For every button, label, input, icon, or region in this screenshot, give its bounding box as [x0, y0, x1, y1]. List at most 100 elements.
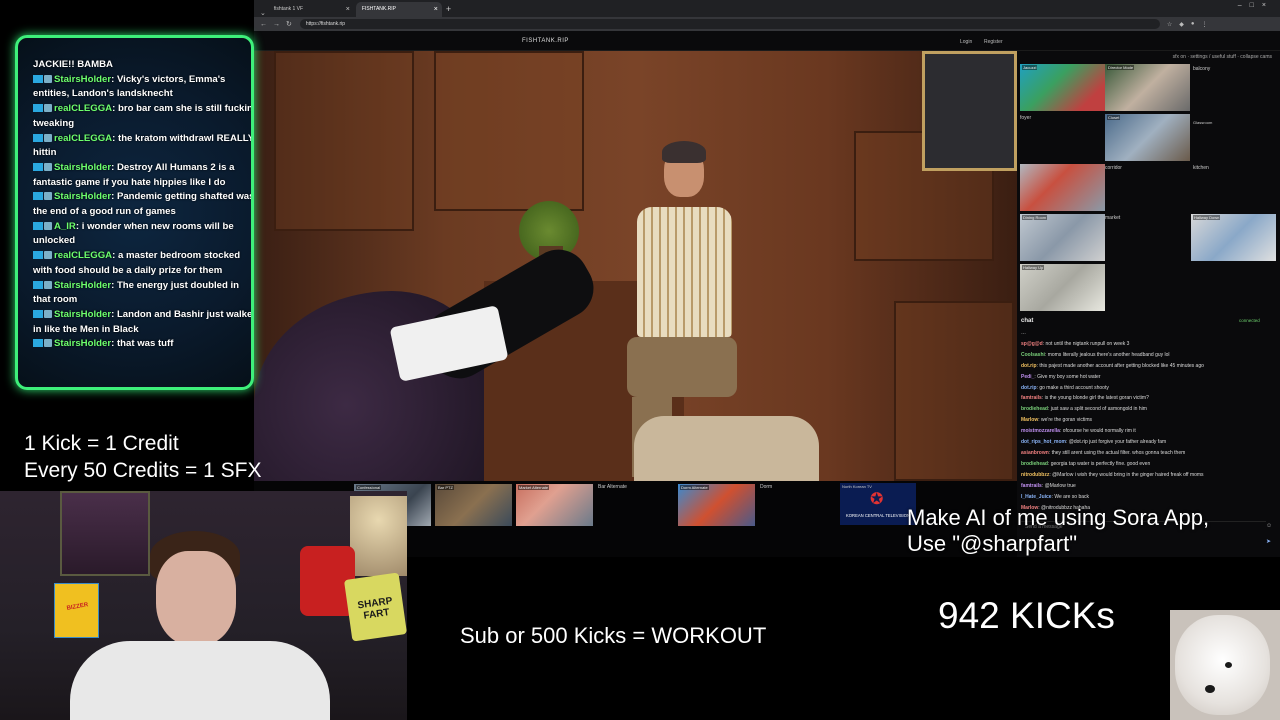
chat-username[interactable]: Pedi_ [1021, 374, 1034, 380]
chat-username[interactable]: brodiehead [1021, 461, 1048, 467]
cam-hallway-down[interactable]: Hallway Down [1191, 214, 1276, 261]
chat-username[interactable]: dot.rip [1021, 385, 1037, 391]
chat-username[interactable]: asianbrown [1021, 450, 1049, 456]
reload-icon[interactable]: ↻ [286, 20, 292, 28]
subscriber-badge-icon [44, 74, 52, 83]
chat-username[interactable]: Marlow [1021, 417, 1038, 423]
close-tab-icon[interactable]: × [434, 2, 438, 17]
dog [1175, 615, 1270, 715]
overlay-chat-message: StairsHolder: Landon and Bashir just wal… [33, 308, 251, 337]
sora-promo-line-1: Make AI of me using Sora App, [907, 505, 1210, 530]
browser-window: ⌄ fishtank 1 VF × FISHTANK.RIP × + –□× ←… [254, 0, 1280, 557]
emoji-icon[interactable]: ☺ [1266, 523, 1272, 529]
credit-rule-line-1: 1 Kick = 1 Credit [24, 432, 179, 455]
chat-message: … [1021, 328, 1276, 339]
address-bar[interactable]: https://fishtank.rip [299, 19, 1160, 29]
thumb-market-alternate[interactable]: Market Alternate [516, 484, 593, 526]
chat-username[interactable]: nitrodubbzz [1021, 472, 1049, 478]
new-tab-button[interactable]: + [446, 2, 451, 17]
chat-username[interactable]: famtrails [1021, 395, 1042, 401]
cam-dining-room[interactable]: Dining Room [1020, 214, 1105, 261]
chat-text: We are so back [1054, 493, 1090, 500]
chat-username[interactable]: famtrails [1021, 483, 1042, 489]
cam-closet[interactable]: Closet [1105, 114, 1190, 161]
tab-fishtank-rip[interactable]: FISHTANK.RIP × [355, 2, 442, 17]
wood-panel [434, 51, 584, 211]
overlay-chat-username: A_IR [54, 220, 76, 232]
sora-promo: Make AI of me using Sora App, Use "@shar… [907, 505, 1209, 557]
kick-badge-icon [33, 104, 43, 113]
kick-badge-icon [33, 133, 43, 142]
window-controls[interactable]: –□× [1238, 2, 1274, 9]
chat-header: chat [1021, 318, 1034, 324]
overlay-chat-log: JACKIE!! BAMBA StairsHolder: Vicky's vict… [33, 58, 251, 352]
chat-username[interactable]: dot.rip [1021, 363, 1037, 369]
send-icon[interactable]: ➤ [1266, 538, 1271, 545]
cam-text-corridor[interactable]: corridor [1105, 165, 1122, 171]
chat-username[interactable]: moistmozzarella [1021, 428, 1060, 434]
overlay-chat-message: JACKIE!! BAMBA [33, 58, 251, 73]
overlay-chat-username: StairsHolder [54, 338, 112, 350]
chat-text: @Marlow i wish they would bring in the g… [1052, 471, 1204, 478]
tab-label: FISHTANK.RIP [361, 6, 396, 12]
overlay-chat-username: StairsHolder [54, 279, 112, 291]
cam-text-kitchen[interactable]: kitchen [1193, 165, 1209, 171]
tab-menu-icon[interactable]: ⌄ [260, 9, 266, 17]
chat-message: Marlow: we're the goran victims [1021, 415, 1276, 426]
thumb-label: North Korean TV [842, 484, 872, 489]
main-camera-feed[interactable] [254, 51, 1017, 481]
chat-text: just saw a split second of asmongold in … [1050, 406, 1147, 413]
chat-text: is the young blonde girl the latest gora… [1044, 395, 1149, 402]
overlay-chat-username: StairsHolder [54, 308, 112, 320]
cam-director-mode[interactable]: Director Mode [1105, 64, 1190, 111]
cam-text-foyer[interactable]: foyer [1020, 115, 1031, 121]
site-logo[interactable]: FISHTANK.RIP [522, 38, 569, 44]
chat-username[interactable]: Coolsashi [1021, 352, 1045, 358]
thumb-text-dorm[interactable]: Dorm [760, 484, 772, 490]
chat-username[interactable]: brodiehead [1021, 406, 1048, 412]
credit-rule-line-2: Every 50 Credits = 1 SFX [24, 459, 262, 482]
cam-options-links[interactable]: sfx on · settings / useful stuff · colla… [1017, 54, 1280, 60]
overlay-chat-username: StairsHolder [54, 191, 112, 203]
cam-jacuzzi[interactable]: Jacuzzi [1020, 64, 1105, 111]
chat-text: this pajest made another account after g… [1039, 362, 1204, 369]
back-icon[interactable]: ← [260, 21, 267, 28]
overlay-chat-message: StairsHolder: that was tuff [33, 337, 251, 352]
cam-unnamed[interactable] [1020, 164, 1105, 211]
site-chat-log[interactable]: … sp@g@d: not until the nigtank runpull o… [1021, 328, 1276, 521]
overlay-chat-username: StairsHolder [54, 73, 112, 85]
overlay-chat-message: StairsHolder: Vicky's victors, Emma's en… [33, 73, 251, 102]
forward-icon[interactable]: → [273, 21, 280, 28]
side-panel: sfx on · settings / useful stuff · colla… [1017, 51, 1280, 557]
chat-username[interactable]: sp@g@d [1021, 341, 1043, 347]
bookmark-icon[interactable]: ☆ [1167, 21, 1172, 28]
register-link[interactable]: Register [984, 39, 1003, 45]
chat-text: go make a third account shooty [1039, 384, 1109, 391]
overlay-chat-text: JACKIE!! BAMBA [33, 59, 113, 70]
chat-message: Pedi_: Give my boy some hot water [1021, 372, 1276, 383]
overlay-chat-message: StairsHolder: The energy just doubled in… [33, 279, 251, 308]
profile-icon[interactable]: ● [1191, 21, 1195, 27]
overlay-chat-username: realCLEGGA [54, 250, 113, 262]
thumb-text-bar-alternate[interactable]: Bar Alternate [598, 484, 627, 490]
login-link[interactable]: Login [960, 39, 972, 45]
extensions-icon[interactable]: ◆ [1179, 21, 1184, 28]
chat-username[interactable]: dot_rips_hot_mom [1021, 439, 1066, 445]
cam-text-balcony[interactable]: balcony [1193, 66, 1210, 72]
thumb-north-korean-tv[interactable]: North Korean TV ✪ KOREAN CENTRAL TELEVIS… [840, 483, 916, 525]
cam-hallway-up[interactable]: Hallway Up [1020, 264, 1105, 311]
chat-text: not until the nigtank runpull on week 3 [1045, 340, 1130, 347]
chat-text: we're the goran victims [1041, 417, 1092, 424]
thumb-dorm-alternate[interactable]: Dorm Alternate [678, 484, 755, 526]
sora-promo-line-2: Use "@sharpfart" [907, 531, 1078, 556]
menu-icon[interactable]: ⋮ [1202, 21, 1208, 28]
tab-fishtank[interactable]: fishtank 1 VF × [268, 2, 354, 17]
cam-label: Jacuzzi [1022, 65, 1038, 70]
cam-label: Hallway Down [1193, 215, 1221, 220]
chat-username[interactable]: I_Hate_Juice [1021, 494, 1052, 500]
thumb-bar-ptz[interactable]: Bar PTZ [435, 484, 512, 526]
chat-text: georgia tap water is perfectly fine. goo… [1050, 460, 1151, 467]
close-tab-icon[interactable]: × [346, 2, 350, 17]
cam-text-glassroom[interactable]: Glassroom [1193, 120, 1212, 125]
cam-text-market[interactable]: market [1105, 215, 1120, 221]
